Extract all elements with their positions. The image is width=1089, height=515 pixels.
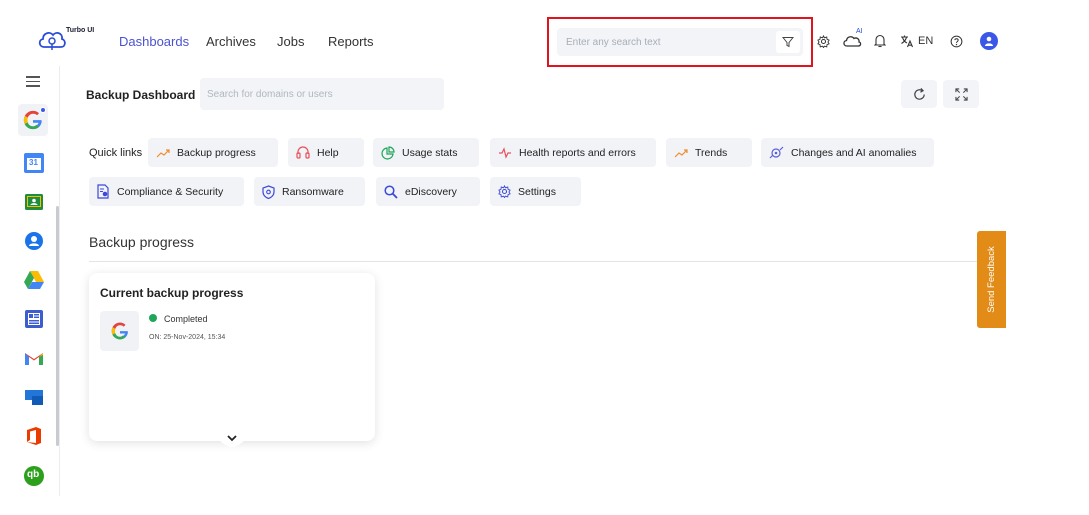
brand-name: Turbo UI	[66, 27, 95, 34]
language-selector[interactable]: EN	[900, 34, 933, 48]
section-divider	[89, 261, 979, 262]
top-bar: Turbo UI Dashboards Archives Jobs Report…	[0, 0, 1089, 67]
pulse-icon	[499, 146, 511, 159]
expand-icon	[954, 87, 968, 101]
quick-link-health-reports[interactable]: Health reports and errors	[490, 138, 656, 167]
cloud-ai-icon[interactable]: AI	[841, 28, 863, 50]
windows-icon[interactable]	[20, 383, 47, 410]
quick-link-ediscovery[interactable]: eDiscovery	[376, 177, 480, 206]
quick-link-ai-anomalies[interactable]: Changes and AI anomalies	[761, 138, 934, 167]
ai-anomaly-icon	[769, 146, 784, 158]
nav-reports[interactable]: Reports	[328, 34, 374, 49]
quick-link-label: Settings	[518, 185, 556, 198]
quick-link-label: Health reports and errors	[519, 146, 636, 159]
translate-icon	[901, 35, 914, 48]
section-title: Backup progress	[89, 234, 195, 250]
quick-link-usage-stats[interactable]: Usage stats	[373, 138, 479, 167]
nav-jobs[interactable]: Jobs	[277, 34, 304, 49]
quickbooks-icon[interactable]: qb	[20, 462, 47, 489]
status-dot	[149, 314, 157, 322]
global-search-input[interactable]	[557, 28, 767, 56]
quick-link-label: Backup progress	[177, 146, 256, 159]
quick-link-settings[interactable]: Settings	[490, 177, 581, 206]
backup-status: Completed	[164, 314, 208, 324]
fullscreen-button[interactable]	[943, 80, 979, 108]
nav-archives[interactable]: Archives	[206, 34, 256, 49]
gmail-icon[interactable]	[20, 344, 47, 371]
quick-link-label: Changes and AI anomalies	[791, 146, 917, 159]
search-icon	[384, 184, 398, 199]
quick-link-label: Usage stats	[402, 146, 458, 159]
global-search	[557, 28, 803, 56]
card-title: Current backup progress	[100, 286, 244, 300]
language-label: EN	[918, 35, 934, 47]
google-contacts-icon[interactable]	[20, 227, 47, 254]
feedback-label: Send Feedback	[986, 246, 998, 313]
gear-icon	[498, 185, 511, 198]
compliance-icon	[97, 184, 109, 199]
quick-links-label: Quick links	[89, 147, 143, 159]
google-icon	[100, 311, 139, 351]
google-sites-icon[interactable]	[20, 305, 47, 332]
shield-icon	[262, 184, 275, 199]
calendar-day-label: 31	[29, 158, 38, 167]
bell-icon[interactable]	[871, 32, 889, 50]
quick-link-trends[interactable]: Trends	[666, 138, 752, 167]
gear-icon[interactable]	[814, 32, 832, 50]
sidebar: 31 qb	[12, 66, 60, 496]
refresh-icon	[913, 87, 925, 100]
page-title: Backup Dashboard	[86, 88, 196, 102]
google-workspace-icon[interactable]	[18, 104, 48, 136]
send-feedback-button[interactable]: Send Feedback	[977, 231, 1006, 328]
backup-progress-card: Current backup progress Completed ON: 25…	[89, 273, 375, 447]
trend-up-icon	[674, 148, 688, 157]
quick-link-ransomware[interactable]: Ransomware	[254, 177, 365, 206]
sidebar-scrollbar[interactable]	[56, 206, 59, 446]
quick-link-label: Compliance & Security	[117, 185, 224, 198]
active-indicator-dot	[40, 107, 46, 113]
cloud-logo-icon[interactable]	[36, 27, 68, 53]
ai-badge: AI	[856, 28, 863, 35]
help-icon[interactable]	[947, 32, 965, 50]
quick-link-help[interactable]: Help	[288, 138, 364, 167]
quick-link-label: Help	[317, 146, 339, 159]
backup-timestamp: ON: 25-Nov-2024, 15:34	[149, 334, 226, 341]
user-avatar-icon[interactable]	[980, 32, 998, 50]
pie-chart-icon	[381, 145, 395, 160]
quick-link-backup-progress[interactable]: Backup progress	[148, 138, 278, 167]
domain-search-input[interactable]	[200, 78, 444, 110]
nav-dashboards[interactable]: Dashboards	[119, 34, 189, 49]
trend-up-icon	[156, 148, 170, 157]
google-classroom-icon[interactable]	[20, 188, 47, 215]
domain-search	[200, 78, 444, 110]
hamburger-icon[interactable]	[26, 76, 40, 90]
card-expand-button[interactable]	[203, 433, 261, 455]
quick-link-label: Trends	[695, 146, 728, 159]
refresh-button[interactable]	[901, 80, 937, 108]
quick-link-label: Ransomware	[282, 185, 344, 198]
headset-icon	[296, 146, 310, 159]
quickbooks-label: qb	[27, 469, 40, 480]
google-calendar-icon[interactable]: 31	[20, 149, 47, 176]
filter-icon[interactable]	[776, 31, 800, 53]
quick-link-label: eDiscovery	[405, 185, 457, 198]
quick-link-compliance[interactable]: Compliance & Security	[89, 177, 244, 206]
google-drive-icon[interactable]	[20, 266, 47, 293]
office-365-icon[interactable]	[20, 422, 47, 449]
